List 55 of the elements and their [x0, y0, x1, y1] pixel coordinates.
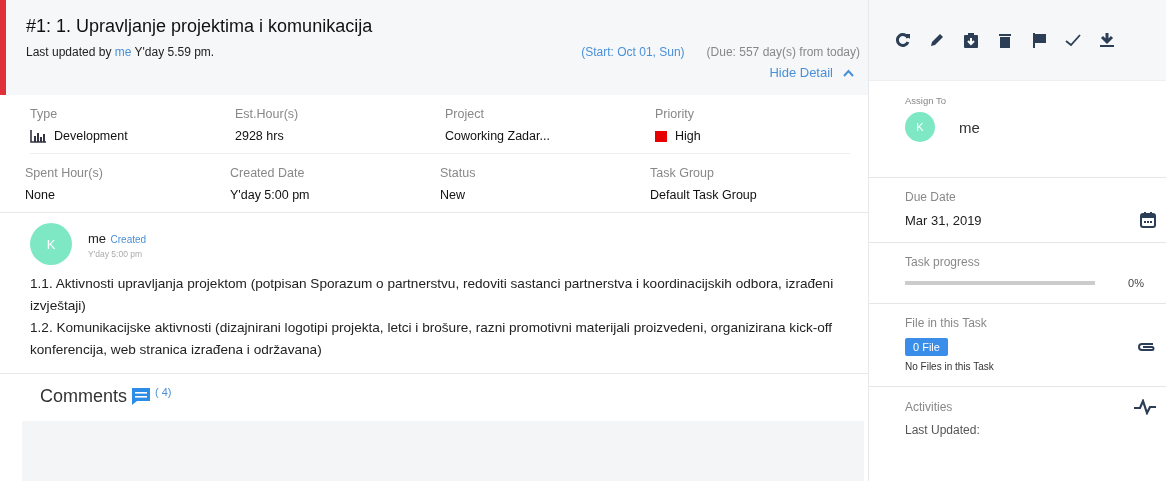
pulse-icon[interactable]	[1134, 399, 1156, 415]
field-label: Spent Hour(s)	[25, 166, 104, 180]
trash-icon[interactable]	[997, 32, 1013, 48]
calendar-icon[interactable]	[1140, 212, 1156, 228]
last-updated-text: Last updated by me Y'day 5.59 pm.	[26, 45, 216, 59]
avatar: K	[905, 112, 935, 142]
field-label: Project	[445, 107, 485, 121]
field-value: Development	[54, 129, 128, 143]
field-value: Y'day 5:00 pm	[230, 188, 310, 202]
avatar: K	[30, 223, 72, 265]
section-label: Assign To	[905, 95, 947, 106]
due-info: (Due: 557 day(s) from today)	[706, 45, 860, 59]
task-title: #1: 1. Upravljanje projektima i komunikacija	[26, 16, 374, 37]
activity-time: Y'day 5:00 pm	[88, 249, 144, 259]
field-value: None	[25, 188, 55, 202]
start-date: (Start: Oct 01, Sun)	[581, 45, 685, 59]
section-label: Due Date	[905, 190, 957, 204]
field-label: Status	[440, 166, 477, 180]
field-label: Est.Hour(s)	[235, 107, 300, 121]
last-updated-label: Last Updated:	[905, 423, 981, 437]
field-label: Type	[30, 107, 59, 121]
chevron-up-icon	[843, 68, 854, 77]
checkmark-icon[interactable]	[1065, 32, 1081, 48]
field-value: 2928 hrs	[235, 129, 284, 143]
no-files-text: No Files in this Task	[905, 361, 995, 372]
pencil-icon[interactable]	[929, 32, 945, 48]
file-count-badge[interactable]: 0 File	[905, 338, 948, 356]
field-label: Created Date	[230, 166, 306, 180]
field-value: High	[675, 129, 701, 143]
field-label: Task Group	[650, 166, 715, 180]
activity-user: me	[88, 231, 107, 246]
field-value: Default Task Group	[650, 188, 757, 202]
section-label: File in this Task	[905, 316, 988, 330]
assignee-name: me	[959, 118, 980, 136]
refresh-icon[interactable]	[895, 32, 911, 48]
field-value: Coworking Zadar...	[445, 129, 550, 143]
comments-heading: Comments	[40, 386, 128, 407]
due-date-value: Mar 31, 2019	[905, 212, 982, 228]
flag-icon[interactable]	[1031, 32, 1047, 48]
section-label: Task progress	[905, 255, 981, 269]
user-link[interactable]: me	[114, 45, 132, 59]
field-label: Priority	[655, 107, 695, 121]
hide-detail-link[interactable]: Hide Detail	[769, 65, 854, 80]
section-label: Activities	[905, 400, 953, 414]
comment-icon	[131, 387, 152, 406]
field-value: New	[440, 188, 465, 202]
bar-chart-icon	[30, 129, 46, 143]
comments-count: ( 4)	[155, 386, 172, 398]
download-icon[interactable]	[1099, 32, 1115, 48]
activity-action: Created	[110, 234, 147, 245]
clipboard-icon[interactable]	[963, 32, 979, 48]
progress-percent: 0%	[1128, 277, 1144, 289]
description-paragraph: 1.2. Komunikacijske aktivnosti (dizajnirani logotipi projekta, letci i brošure, razni promotivni materijali proizvedeni, organizirana kick-off konferencija, web stranica izrađena i održavana)	[30, 319, 834, 359]
paperclip-icon[interactable]	[1136, 341, 1156, 353]
description-paragraph: 1.1. Aktivnosti upravljanja projektom (potpisan Sporazum o partnerstvu, redoviti sastanci partnerstva i koordinacijskih odbora, izrađeni izvještaji)	[30, 275, 835, 315]
